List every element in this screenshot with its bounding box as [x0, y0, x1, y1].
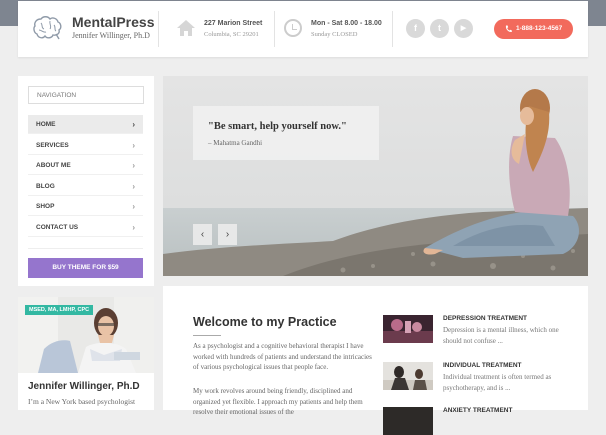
intro-paragraph: As a psychologist and a cognitive behavi… [193, 342, 372, 371]
chevron-right-icon: › [132, 120, 135, 129]
phone-number: 1-888-123-4567 [516, 25, 563, 32]
service-description: Individual treatment is often termed as … [443, 373, 552, 392]
clock-icon [284, 19, 302, 37]
phone-icon [505, 25, 512, 33]
profile-bio: I’m a New York based psychologist [28, 397, 136, 406]
navigation-dropdown[interactable]: NAVIGATION [28, 86, 144, 104]
opening-hours: Mon - Sat 8.00 - 18.00 [311, 20, 382, 27]
youtube-icon[interactable]: ▶ [454, 19, 473, 38]
brain-icon [33, 16, 62, 40]
service-thumbnail[interactable] [383, 315, 433, 343]
service-title[interactable]: INDIVIDUAL TREATMENT [443, 362, 521, 369]
welcome-heading: Welcome to my Practice [193, 315, 337, 329]
intro-paragraph: My work revolves around being friendly, … [193, 387, 363, 416]
sidebar-item-label: ABOUT ME [36, 162, 71, 169]
profile-name: Jennifer Willinger, Ph.D [28, 381, 140, 392]
phone-button[interactable]: 1-888-123-4567 [494, 19, 573, 39]
site-title[interactable]: MentalPress [72, 14, 154, 30]
slider-next-button[interactable]: › [218, 224, 237, 245]
sidebar-item-shop[interactable]: SHOP › [28, 197, 143, 216]
sidebar-item-label: BLOG [36, 183, 55, 190]
header-divider [274, 11, 275, 47]
service-thumbnail[interactable] [383, 407, 433, 435]
credentials-badge: MSED, MA, LMHP, CPC [25, 305, 94, 315]
chevron-right-icon: › [132, 202, 135, 211]
site-subtitle: Jennifer Willinger, Ph.D [72, 31, 150, 40]
chevron-right-icon: › [132, 223, 135, 232]
sidebar-item-label: HOME [36, 121, 56, 128]
sidebar-item-contact-us[interactable]: CONTACT US › [28, 218, 143, 237]
chevron-right-icon: › [132, 182, 135, 191]
sidebar-item-about-me[interactable]: ABOUT ME › [28, 156, 143, 175]
chevron-right-icon: › [132, 141, 135, 150]
service-title[interactable]: DEPRESSION TREATMENT [443, 315, 527, 322]
sidebar-item-label: CONTACT US [36, 224, 79, 231]
profile-photo: MSED, MA, LMHP, CPC [18, 297, 154, 373]
quote-author: – Mahatma Gandhi [208, 139, 263, 147]
service-thumbnail[interactable] [383, 362, 433, 390]
sidebar-item-home[interactable]: HOME › [28, 115, 143, 134]
hero-slider: "Be smart, help yourself now." – Mahatma… [163, 76, 588, 276]
site-header: MentalPress Jennifer Willinger, Ph.D 227… [18, 1, 588, 57]
slider-prev-button[interactable]: ‹ [193, 224, 212, 245]
main-content: Welcome to my Practice As a psychologist… [163, 286, 588, 435]
closed-day: Sunday CLOSED [311, 31, 358, 38]
sidebar-item-blog[interactable]: BLOG › [28, 177, 143, 196]
profile-card: MSED, MA, LMHP, CPC Jennifer Willinger, … [18, 297, 154, 410]
header-divider [392, 11, 393, 47]
sidebar: NAVIGATION HOME › SERVICES › ABOUT ME › … [18, 76, 154, 286]
header-divider [158, 11, 159, 47]
service-title[interactable]: ANXIETY TREATMENT [443, 407, 512, 414]
buy-theme-button[interactable]: BUY THEME FOR $59 [28, 258, 143, 278]
chevron-right-icon: › [132, 161, 135, 170]
sidebar-item-label: SERVICES [36, 142, 69, 149]
address-street: 227 Marion Street [204, 20, 263, 27]
service-description: Depression is a mental illness, which on… [443, 326, 559, 345]
facebook-icon[interactable]: f [406, 19, 425, 38]
home-icon [177, 20, 195, 36]
quote-box: "Be smart, help yourself now." – Mahatma… [193, 106, 379, 160]
heading-underline [193, 335, 221, 336]
twitter-icon[interactable]: t [430, 19, 449, 38]
sidebar-item-label: SHOP [36, 203, 55, 210]
sidebar-item-services[interactable]: SERVICES › [28, 136, 143, 155]
quote-text: "Be smart, help yourself now." [208, 121, 347, 132]
sidebar-divider [28, 248, 143, 249]
address-city: Columbia, SC 29201 [204, 31, 259, 38]
